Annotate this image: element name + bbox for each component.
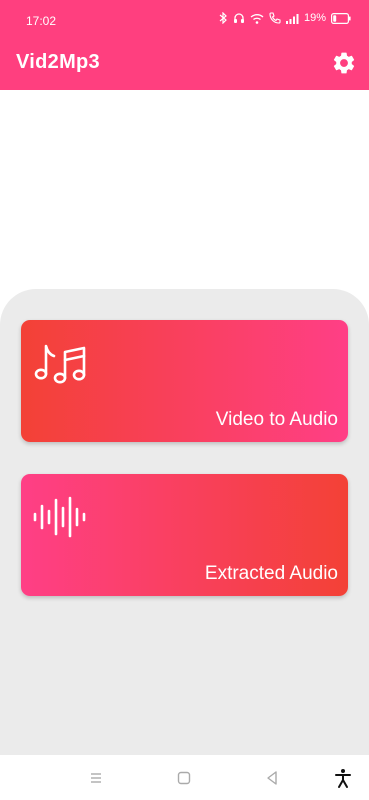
battery-percent: 19% — [303, 12, 326, 24]
headphones-icon — [233, 13, 244, 23]
status-bar: 17:02 19% — [0, 0, 369, 40]
call-icon — [269, 12, 281, 24]
battery-icon — [331, 12, 351, 24]
video-to-audio-card[interactable]: Video to Audio — [21, 320, 348, 442]
status-icons: 19% — [219, 12, 351, 24]
status-time: 17:02 — [26, 14, 57, 28]
menu-icon[interactable] — [85, 767, 107, 789]
bluetooth-icon — [219, 12, 227, 24]
app-bar: Vid2Mp3 — [0, 40, 369, 90]
audio-waveform-icon — [33, 496, 86, 538]
system-navigation-bar — [0, 755, 369, 800]
signal-icon — [285, 13, 299, 24]
wifi-icon — [250, 13, 264, 24]
home-icon[interactable] — [173, 767, 195, 789]
extracted-audio-label: Extracted Audio — [204, 563, 338, 584]
gear-icon[interactable] — [331, 50, 357, 76]
back-icon[interactable] — [261, 767, 283, 789]
extracted-audio-card[interactable]: Extracted Audio — [21, 474, 348, 596]
accessibility-icon[interactable] — [332, 767, 354, 789]
app-title: Vid2Mp3 — [16, 51, 100, 73]
music-notes-icon — [34, 344, 86, 384]
video-to-audio-label: Video to Audio — [215, 409, 338, 430]
